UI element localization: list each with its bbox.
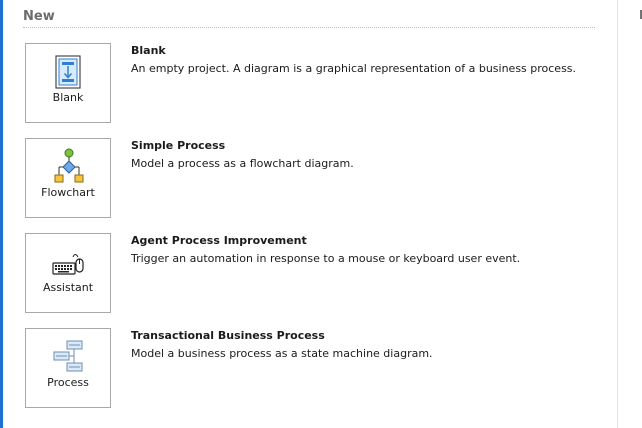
section-divider: [23, 27, 595, 28]
section-title: New: [23, 9, 55, 24]
template-name[interactable]: Simple Process: [131, 139, 225, 153]
template-row-simple-process: Flowchart Simple Process Model a process…: [25, 138, 605, 218]
keyboard-mouse-icon: [52, 254, 84, 275]
template-tile-label: Blank: [52, 91, 84, 104]
template-tile-blank[interactable]: Blank: [25, 43, 111, 123]
template-tile-assistant[interactable]: Assistant: [25, 233, 111, 313]
template-tile-label: Flowchart: [41, 186, 95, 199]
new-project-screen: L New Blank Blank An empty project. A di…: [0, 0, 642, 428]
template-name[interactable]: Transactional Business Process: [131, 329, 325, 343]
template-row-blank: Blank Blank An empty project. A diagram …: [25, 43, 605, 123]
template-row-agent-process-improvement: Assistant Agent Process Improvement Trig…: [25, 233, 605, 313]
flowchart-icon: [54, 148, 84, 183]
template-tile-flowchart[interactable]: Flowchart: [25, 138, 111, 218]
template-name[interactable]: Blank: [131, 44, 166, 58]
template-tile-label: Assistant: [42, 281, 94, 294]
template-row-transactional-business-process: Process Transactional Business Process M…: [25, 328, 605, 408]
template-description: Model a process as a flowchart diagram.: [131, 157, 354, 170]
template-name[interactable]: Agent Process Improvement: [131, 234, 307, 248]
side-panel: L: [617, 0, 642, 428]
template-tile-process[interactable]: Process: [25, 328, 111, 408]
blank-document-icon: [55, 55, 81, 89]
state-machine-icon: [53, 340, 83, 372]
template-description: Model a business process as a state mach…: [131, 347, 433, 360]
template-description: Trigger an automation in response to a m…: [131, 252, 521, 265]
template-description: An empty project. A diagram is a graphic…: [131, 62, 577, 75]
template-tile-label: Process: [47, 376, 89, 389]
